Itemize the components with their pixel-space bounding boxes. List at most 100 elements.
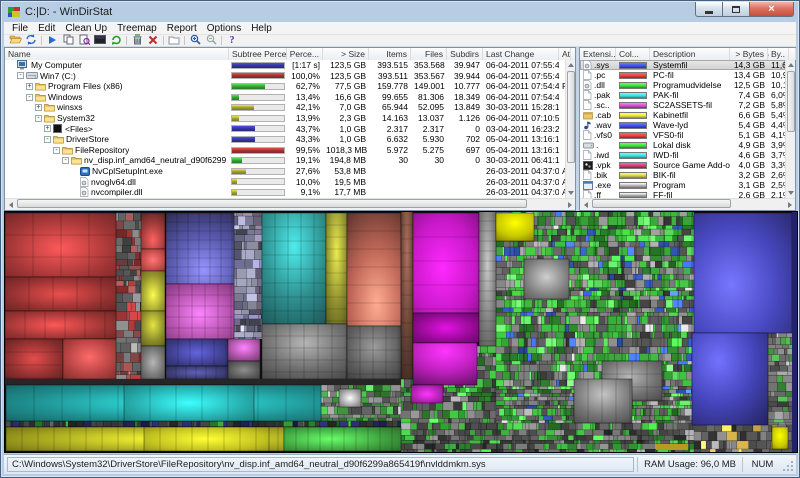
copy-button[interactable] <box>60 35 76 47</box>
extension-row-ff[interactable]: .ffFF-fil2,6 GB2,1% <box>580 190 785 198</box>
directory-row-2[interactable]: +Program Files (x86)62,7%77,5 GB159.7781… <box>5 81 565 92</box>
dir-cell-pct: 9,1% <box>287 187 323 198</box>
collapse-toggle[interactable]: - <box>35 115 42 122</box>
command-prompt-button[interactable] <box>92 35 108 47</box>
folder-icon <box>35 93 46 102</box>
dir-column-header-pct[interactable]: Perce... <box>287 48 323 60</box>
dir-column-header-name[interactable]: Name <box>5 48 229 60</box>
scrollbar-thumb[interactable] <box>787 71 795 132</box>
extension-row-dll[interactable]: .dllProgramudvidelse12,5 GB10,1% <box>580 80 785 90</box>
ext-column-header-ext[interactable]: Extensi... <box>580 48 616 60</box>
extension-row-exe[interactable]: .exeProgram3,1 GB2,5% <box>580 180 785 190</box>
scrollbar-thumb[interactable] <box>592 199 731 208</box>
menu-help[interactable]: Help <box>246 22 277 35</box>
expand-toggle[interactable]: + <box>35 104 42 111</box>
dir-cell-last_change: 06-04-2011 07:55:44 <box>483 71 559 82</box>
scroll-right-button[interactable] <box>564 199 575 210</box>
subtree-percentage-bar <box>231 147 285 154</box>
scroll-down-button[interactable] <box>566 188 576 198</box>
directory-row-1[interactable]: -Win7 (C:)100,0%123,5 GB393.511353.56739… <box>5 71 565 82</box>
directory-row-10[interactable]: NvCplSetupInt.exe27,6%53,8 MB26-03-2011 … <box>5 166 565 177</box>
open-folder-button[interactable] <box>7 35 23 47</box>
directory-row-11[interactable]: nvoglv64.dll10,0%19,5 MB26-03-2011 04:37… <box>5 177 565 188</box>
scroll-right-button[interactable] <box>784 199 795 210</box>
scrollbar-thumb[interactable] <box>567 71 575 163</box>
extension-name: .bik <box>594 170 607 180</box>
dir-column-header-size[interactable]: > Size <box>323 48 369 60</box>
directory-row-12[interactable]: nvcompiler.dll9,1%17,7 MB26-03-2011 04:3… <box>5 187 565 198</box>
ext-cell-pct: 4,1% <box>768 130 785 140</box>
zoom-out-button[interactable] <box>203 35 219 47</box>
dir-cell-subdirs: 39.944 <box>447 71 483 82</box>
close-button[interactable]: × <box>750 2 794 17</box>
directory-row-5[interactable]: -System3213,9%2,3 GB14.16313.0371.12606-… <box>5 113 565 124</box>
extension-row-iwd[interactable]: .iwdIWD-fil4,6 GB3,7% <box>580 150 785 160</box>
dir-column-header-attr[interactable]: Attri.. <box>559 48 571 60</box>
user-cleanup-folder-button[interactable] <box>166 35 182 47</box>
collapse-toggle[interactable]: - <box>17 72 24 79</box>
dir-column-header-items[interactable]: Items <box>369 48 411 60</box>
collapse-toggle[interactable]: - <box>62 157 69 164</box>
extension-row-cab[interactable]: .cabKabinetfil6,6 GB5,4% <box>580 110 785 120</box>
resume-button[interactable] <box>44 35 60 47</box>
dir-column-header-files[interactable]: Files <box>411 48 447 60</box>
directory-row-3[interactable]: -Windows13,4%16,6 GB99.65581.30618.34906… <box>5 92 565 103</box>
directory-row-0[interactable]: My Computer[1:17 s]123,5 GB393.515353.56… <box>5 60 565 71</box>
extension-row-sys[interactable]: .sysSystemfil14,3 GB11,6% <box>580 60 785 70</box>
extension-vertical-scrollbar[interactable] <box>785 60 795 198</box>
collapse-toggle[interactable]: - <box>44 136 51 143</box>
maximize-button[interactable] <box>723 2 750 17</box>
collapse-toggle[interactable]: - <box>26 94 33 101</box>
scroll-down-button[interactable] <box>786 188 796 198</box>
scroll-up-button[interactable] <box>566 60 576 70</box>
dir-column-header-last_change[interactable]: Last Change <box>483 48 559 60</box>
extension-row-vpk[interactable]: .vpkSource Game Add-on4,0 GB3,3% <box>580 160 785 170</box>
extension-row-pc[interactable]: .pcPC-fil13,4 GB10,9% <box>580 70 785 80</box>
directory-row-4[interactable]: +winsxs42,1%7,0 GB65.94452.09513.84930-0… <box>5 102 565 113</box>
scrollbar-thumb[interactable] <box>17 199 527 208</box>
directory-row-9[interactable]: -nv_disp.inf_amd64_neutral_d90f6299a8654… <box>5 155 565 166</box>
ext-cell-bytes: 3,2 GB <box>730 170 768 180</box>
title-bar[interactable]: C:|D: - WinDirStat × <box>4 2 796 22</box>
extension-name: .iwd <box>594 150 609 160</box>
ext-cell-bytes: 12,5 GB <box>730 80 768 90</box>
dir-cell-subdirs: 697 <box>447 145 483 156</box>
extension-horizontal-scrollbar[interactable] <box>580 198 795 210</box>
delete-button[interactable] <box>145 35 161 47</box>
scroll-left-button[interactable] <box>5 199 16 210</box>
minimize-button[interactable] <box>695 2 723 17</box>
expand-toggle[interactable]: + <box>44 125 51 132</box>
refresh-all-button[interactable] <box>23 35 39 47</box>
expand-toggle[interactable]: + <box>26 83 33 90</box>
zoom-in-button[interactable] <box>187 35 203 47</box>
treemap-view[interactable] <box>4 211 796 453</box>
ext-column-header-pct[interactable]: % By.. <box>768 48 789 60</box>
extension-row-vfs0[interactable]: .vfs0VFS0-fil5,1 GB4,1% <box>580 130 785 140</box>
directory-row-6[interactable]: +<Files>43,7%1,0 GB2.3172.317003-04-2011… <box>5 124 565 135</box>
resize-grip[interactable] <box>782 458 796 474</box>
extension-row-pak[interactable]: .pakPAK-fil7,4 GB6,0% <box>580 90 785 100</box>
ext-column-header-color[interactable]: Col... <box>616 48 650 60</box>
directory-row-7[interactable]: -DriverStore43,3%1,0 GB6.6325.93070205-0… <box>5 134 565 145</box>
dir-column-header-bar[interactable]: Subtree Percent... <box>229 48 287 60</box>
extension-row-bik[interactable]: .bikBIK-fil3,2 GB2,6% <box>580 170 785 180</box>
extension-row-wav[interactable]: .wavWave-lyd5,4 GB4,4% <box>580 120 785 130</box>
scroll-up-button[interactable] <box>786 60 796 70</box>
ext-column-header-bytes[interactable]: > Bytes <box>730 48 768 60</box>
extension-row-[interactable]: .Lokal disk4,9 GB3,9% <box>580 140 785 150</box>
collapse-toggle[interactable]: - <box>53 147 60 154</box>
help-button[interactable]: ? <box>224 35 240 47</box>
dir-column-header-subdirs[interactable]: Subdirs <box>447 48 483 60</box>
cleanup-bin-button[interactable] <box>129 35 145 47</box>
directory-horizontal-scrollbar[interactable] <box>5 198 575 210</box>
directory-row-8[interactable]: -FileRepository99,5%1018,3 MB5.9725.2756… <box>5 145 565 156</box>
treemap-canvas[interactable] <box>4 211 798 453</box>
directory-vertical-scrollbar[interactable] <box>565 60 575 198</box>
svg-text:?: ? <box>230 35 235 45</box>
ext-column-header-desc[interactable]: Description <box>650 48 730 60</box>
extension-row-sc[interactable]: .sc..SC2ASSETS-fil7,2 GB5,8% <box>580 100 785 110</box>
explorer-search-button[interactable] <box>76 35 92 47</box>
refresh-selected-button[interactable] <box>108 35 124 47</box>
scroll-left-button[interactable] <box>580 199 591 210</box>
ext-cell-bytes: 4,0 GB <box>730 160 768 170</box>
